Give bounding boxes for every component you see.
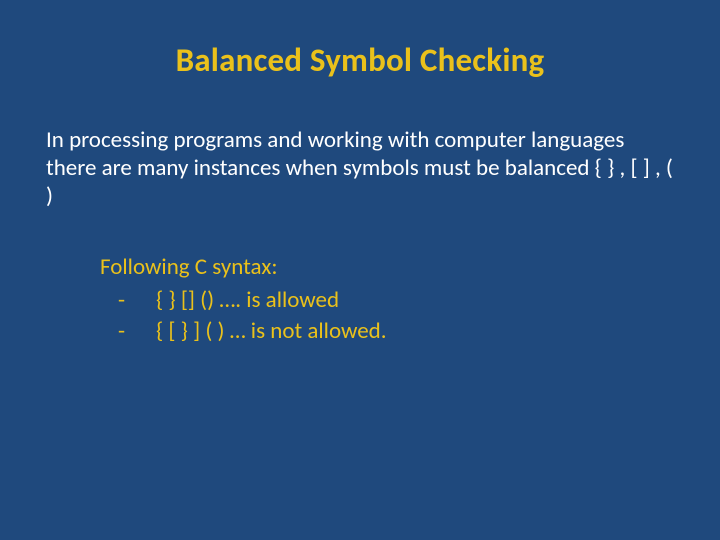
list-item: - { [ } ] ( ) … is not allowed. (100, 316, 674, 347)
bullet-dash: - (100, 316, 156, 347)
slide: Balanced Symbol Checking In processing p… (0, 0, 720, 540)
slide-title: Balanced Symbol Checking (0, 0, 720, 108)
slide-body-text: In processing programs and working with … (0, 108, 720, 210)
bullet-text: { [ } ] ( ) … is not allowed. (156, 316, 674, 347)
list-item: - { } [] () …. is allowed (100, 285, 674, 316)
bullet-dash: - (100, 285, 156, 316)
bullet-text: { } [] () …. is allowed (156, 285, 674, 316)
sub-block: Following C syntax: - { } [] () …. is al… (0, 210, 720, 347)
sub-heading: Following C syntax: (100, 252, 674, 283)
